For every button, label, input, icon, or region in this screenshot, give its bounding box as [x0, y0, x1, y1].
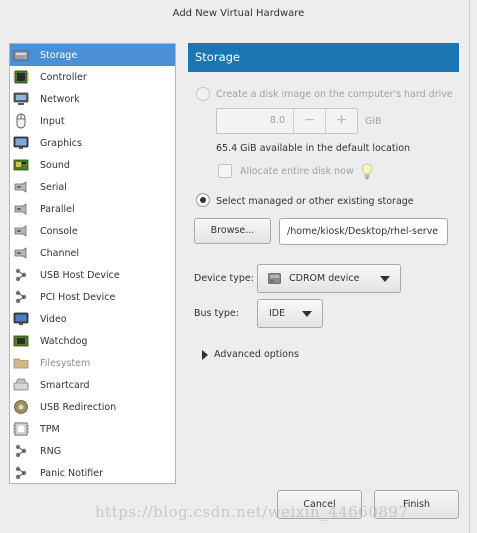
- sidebar-item-console[interactable]: Console: [10, 220, 175, 242]
- sidebar-item-label: Smartcard: [40, 379, 90, 391]
- parallel-port-icon: [14, 203, 27, 215]
- sidebar-item-label: Panic Notifier: [40, 467, 104, 479]
- bus-type-label: Bus type:: [194, 308, 239, 319]
- channel-port-icon: [14, 247, 27, 259]
- advanced-options-expander[interactable]: Advanced options: [214, 349, 299, 360]
- sidebar-item-pci-host-device[interactable]: PCI Host Device: [10, 286, 175, 308]
- existing-storage-label: Select managed or other existing storage: [216, 196, 414, 207]
- pci-device-icon: [15, 290, 27, 304]
- allocate-entire-disk-label: Allocate entire disk now: [240, 166, 354, 177]
- sidebar-item-label: Sound: [40, 159, 70, 171]
- mouse-icon: [16, 113, 26, 129]
- create-disk-label: Create a disk image on the computer's ha…: [216, 89, 453, 100]
- device-type-label: Device type:: [194, 273, 254, 284]
- sidebar-item-serial[interactable]: Serial: [10, 176, 175, 198]
- sidebar-item-sound[interactable]: Sound: [10, 154, 175, 176]
- sidebar-item-label: Network: [40, 93, 80, 105]
- section-header: Storage: [188, 43, 459, 72]
- usb-redirection-icon: [14, 400, 28, 414]
- sidebar-item-label: Serial: [40, 181, 67, 193]
- panic-notifier-icon: [15, 466, 27, 480]
- window-title: Add New Virtual Hardware: [172, 8, 305, 19]
- lightbulb-hint-icon: [361, 163, 373, 179]
- chevron-down-icon: [302, 311, 312, 317]
- expander-arrow-icon[interactable]: [202, 350, 208, 360]
- usb-device-icon: [15, 268, 27, 282]
- watchdog-chip-icon: [13, 335, 29, 347]
- window-border: [469, 0, 470, 533]
- sidebar-item-label: Input: [40, 115, 65, 127]
- browse-button[interactable]: Browse...: [194, 218, 271, 244]
- allocate-entire-disk-checkbox[interactable]: [218, 164, 232, 178]
- cdrom-icon: [268, 273, 281, 284]
- sidebar-item-label: Controller: [40, 71, 87, 83]
- increase-size-button[interactable]: +: [325, 109, 357, 133]
- sidebar-item-label: Graphics: [40, 137, 82, 149]
- disk-size-value[interactable]: 8.0: [217, 109, 293, 133]
- tpm-chip-icon: [13, 422, 29, 436]
- sidebar-item-network[interactable]: Network: [10, 88, 175, 110]
- sidebar-item-label: Storage: [40, 49, 78, 61]
- smartcard-icon: [13, 378, 29, 391]
- storage-path-input[interactable]: /home/kiosk/Desktop/rhel-serve: [279, 218, 448, 245]
- monitor-icon: [13, 136, 29, 149]
- sidebar-item-label: Watchdog: [40, 335, 88, 347]
- sidebar-item-label: RNG: [40, 445, 62, 457]
- sidebar-item-graphics[interactable]: Graphics: [10, 132, 175, 154]
- console-port-icon: [14, 225, 27, 237]
- sidebar-item-rng[interactable]: RNG: [10, 440, 175, 462]
- sidebar-item-label: Video: [40, 313, 67, 325]
- existing-storage-radio[interactable]: [196, 193, 210, 207]
- sidebar-item-panic-notifier[interactable]: Panic Notifier: [10, 462, 175, 484]
- decrease-size-button[interactable]: −: [293, 109, 325, 133]
- bus-type-select[interactable]: IDE: [257, 299, 323, 328]
- sidebar-item-input[interactable]: Input: [10, 110, 175, 132]
- sidebar-item-usb-host-device[interactable]: USB Host Device: [10, 264, 175, 286]
- sidebar-item-label: Filesystem: [40, 357, 91, 369]
- rng-icon: [15, 444, 27, 458]
- sidebar-item-smartcard[interactable]: Smartcard: [10, 374, 175, 396]
- sidebar-item-channel[interactable]: Channel: [10, 242, 175, 264]
- video-monitor-icon: [13, 312, 29, 325]
- sidebar-item-storage[interactable]: Storage: [10, 44, 175, 66]
- bus-type-value: IDE: [269, 308, 286, 319]
- sidebar-item-label: PCI Host Device: [40, 291, 116, 303]
- sidebar-item-video[interactable]: Video: [10, 308, 175, 330]
- size-unit-label: GiB: [365, 116, 382, 127]
- controller-chip-icon: [13, 70, 29, 84]
- hardware-type-list: Storage Controller Network Input Graphics Sou…: [9, 43, 176, 484]
- sidebar-item-controller[interactable]: Controller: [10, 66, 175, 88]
- sidebar-item-label: Parallel: [40, 203, 75, 215]
- device-type-value: CDROM device: [289, 273, 360, 284]
- watermark: https://blog.csdn.net/weixin_44660897: [95, 503, 409, 521]
- sidebar-item-watchdog[interactable]: Watchdog: [10, 330, 175, 352]
- sidebar-item-tpm[interactable]: TPM: [10, 418, 175, 440]
- create-disk-radio[interactable]: [196, 87, 210, 101]
- network-icon: [13, 92, 29, 105]
- sidebar-item-label: TPM: [40, 423, 60, 435]
- sidebar-item-label: Channel: [40, 247, 80, 259]
- chevron-down-icon: [380, 276, 390, 282]
- device-type-select[interactable]: CDROM device: [257, 264, 401, 293]
- hard-disk-icon: [13, 50, 29, 61]
- sidebar-item-label: Console: [40, 225, 78, 237]
- available-space-label: 65.4 GiB available in the default locati…: [216, 143, 411, 154]
- sound-card-icon: [13, 159, 29, 171]
- sidebar-item-usb-redirection[interactable]: USB Redirection: [10, 396, 175, 418]
- sidebar-item-label: USB Redirection: [40, 401, 117, 413]
- serial-port-icon: [14, 181, 27, 193]
- sidebar-item-filesystem[interactable]: Filesystem: [10, 352, 175, 374]
- disk-size-spinner[interactable]: 8.0 − +: [216, 108, 358, 134]
- sidebar-item-parallel[interactable]: Parallel: [10, 198, 175, 220]
- sidebar-item-label: USB Host Device: [40, 269, 120, 281]
- folder-icon: [13, 358, 29, 369]
